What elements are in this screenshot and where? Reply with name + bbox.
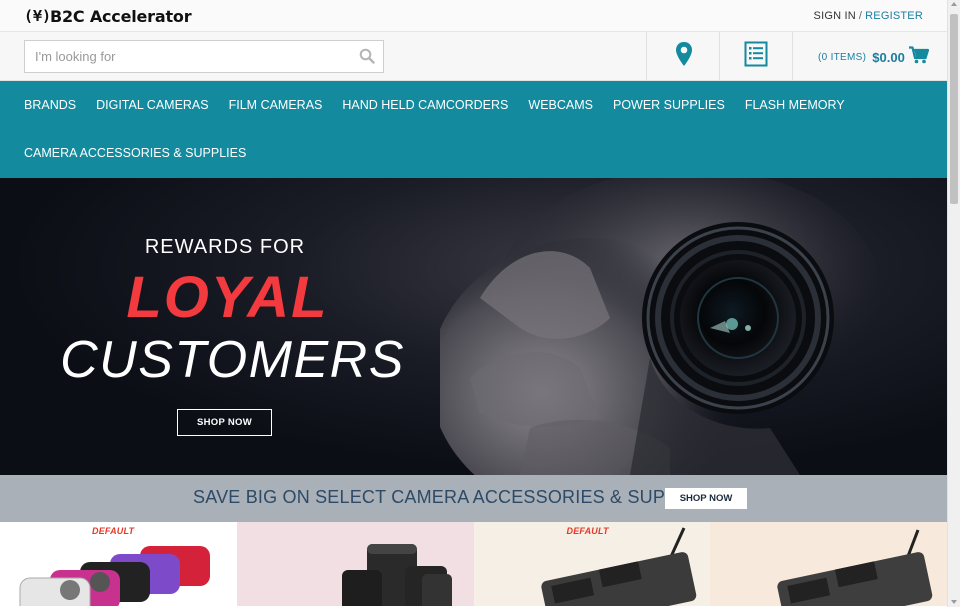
site-logo[interactable]: (¥) B2C Accelerator xyxy=(24,6,192,26)
product-tiles: DEFAULT DEFAULT xyxy=(0,522,947,606)
quick-order-button[interactable] xyxy=(719,32,793,80)
nav-item-brands[interactable]: BRANDS xyxy=(14,81,86,129)
nav-item-power-supplies[interactable]: POWER SUPPLIES xyxy=(603,81,735,129)
default-badge: DEFAULT xyxy=(92,526,135,536)
product-tile[interactable] xyxy=(236,522,474,606)
hero-line-rewards: REWARDS FOR xyxy=(144,236,306,258)
page-scrollbar[interactable] xyxy=(947,0,960,607)
page: (¥) B2C Accelerator SIGN IN/REGISTER (0 … xyxy=(0,0,947,607)
default-badge: DEFAULT xyxy=(566,526,609,536)
camera-lens-image xyxy=(440,178,880,475)
nav-item-film-cameras[interactable]: FILM CAMERAS xyxy=(219,81,333,129)
account-separator: / xyxy=(858,10,863,22)
nav-item-camera-accessories[interactable]: CAMERA ACCESSORIES & SUPPLIES xyxy=(14,129,256,177)
search-box xyxy=(24,40,384,73)
logo-mark: (¥) xyxy=(24,7,52,25)
product-tile[interactable] xyxy=(710,522,947,606)
nav-item-hand-held-camcorders[interactable]: HAND HELD CAMCORDERS xyxy=(332,81,518,129)
list-icon xyxy=(744,41,768,72)
promo-bar: SAVE BIG ON SELECT CAMERA ACCESSORIES & … xyxy=(0,475,947,522)
search-row: (0 ITEMS) $0.00 xyxy=(0,32,947,81)
hero-line-loyal: LOYAL xyxy=(126,265,329,330)
cart-items-count: (0 ITEMS) xyxy=(818,52,867,63)
category-nav: BRANDS DIGITAL CAMERAS FILM CAMERAS HAND… xyxy=(0,81,947,178)
hero-shop-now-button[interactable]: SHOP NOW xyxy=(177,409,272,436)
shopping-cart-icon xyxy=(908,46,929,69)
lenses-image xyxy=(341,544,452,606)
search-input[interactable] xyxy=(25,41,345,72)
scroll-down-icon[interactable] xyxy=(951,600,957,604)
account-links: SIGN IN / REGISTER xyxy=(814,10,923,22)
top-bar: (¥) B2C Accelerator SIGN IN / REGISTER xyxy=(0,0,947,32)
sign-in-link[interactable]: SIGN IN xyxy=(814,10,856,22)
promo-shop-now-button[interactable]: SHOP NOW xyxy=(665,488,747,509)
scroll-thumb[interactable] xyxy=(950,14,958,204)
hero-line-customers: CUSTOMERS xyxy=(60,331,405,389)
map-pin-icon xyxy=(675,41,693,72)
register-link[interactable]: REGISTER xyxy=(865,10,923,22)
mini-cart[interactable]: (0 ITEMS) $0.00 xyxy=(818,46,929,69)
product-tile[interactable]: DEFAULT xyxy=(473,522,711,606)
nav-item-flash-memory[interactable]: FLASH MEMORY xyxy=(735,81,855,129)
product-tile[interactable]: DEFAULT xyxy=(0,522,237,606)
search-icon[interactable] xyxy=(359,48,375,64)
logo-text: B2C Accelerator xyxy=(50,6,192,26)
camcorder-image xyxy=(777,529,933,606)
nav-item-digital-cameras[interactable]: DIGITAL CAMERAS xyxy=(86,81,219,129)
cart-total: $0.00 xyxy=(872,50,905,65)
store-locator-button[interactable] xyxy=(646,32,720,80)
scroll-up-icon[interactable] xyxy=(951,2,957,6)
hero-banner[interactable]: REWARDS FOR LOYAL CUSTOMERS SHOP NOW xyxy=(0,178,947,475)
nav-item-webcams[interactable]: WEBCAMS xyxy=(518,81,603,129)
promo-text: SAVE BIG ON SELECT CAMERA ACCESSORIES & … xyxy=(193,487,718,507)
